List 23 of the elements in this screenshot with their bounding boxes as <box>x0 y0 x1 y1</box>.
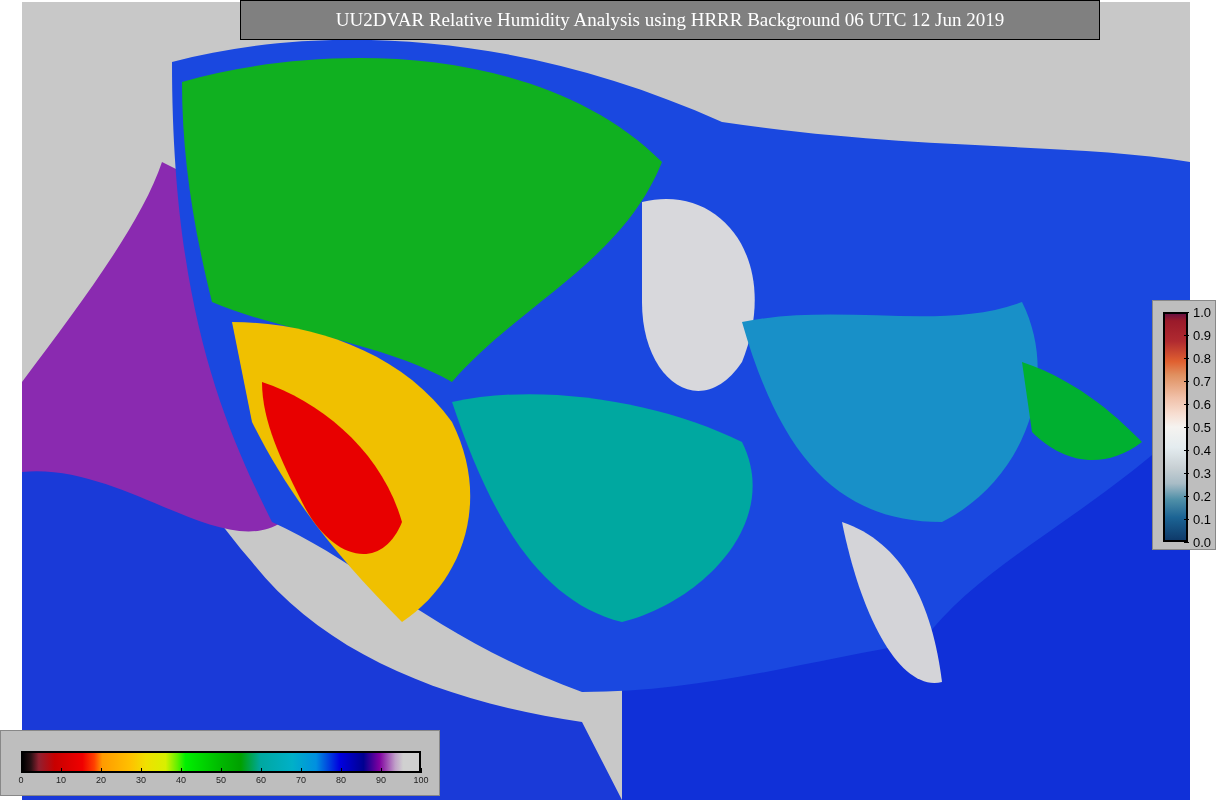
tick-label: 0.9 <box>1193 328 1212 342</box>
tick-label: 70 <box>296 776 306 785</box>
tick-label: 1.0 <box>1193 305 1212 319</box>
tick-label: 20 <box>96 776 106 785</box>
tick-label: 0.2 <box>1193 489 1212 503</box>
tick-label: 50 <box>216 776 226 785</box>
tick-label: 0.5 <box>1193 420 1212 434</box>
tick-label: 0.6 <box>1193 397 1212 411</box>
tick-label: 30 <box>136 776 146 785</box>
tick-label: 80 <box>336 776 346 785</box>
map-title: UU2DVAR Relative Humidity Analysis using HRRR Background 06 UTC 12 Jun 2019 <box>335 7 1005 32</box>
tick-label: 0.1 <box>1193 512 1212 526</box>
tick-label: 0.7 <box>1193 374 1212 388</box>
tick-label: 0.4 <box>1193 443 1212 457</box>
tick-label: 0.0 <box>1193 535 1212 549</box>
tick-label: 10 <box>56 776 66 785</box>
tick-label: 40 <box>176 776 186 785</box>
tick-label: 0.8 <box>1193 351 1212 365</box>
tick-label: 60 <box>256 776 266 785</box>
tick-label: 0.3 <box>1193 466 1212 480</box>
tick-label: 100 <box>413 776 429 785</box>
tick-label: 90 <box>376 776 386 785</box>
tick-label: 0 <box>18 776 24 785</box>
